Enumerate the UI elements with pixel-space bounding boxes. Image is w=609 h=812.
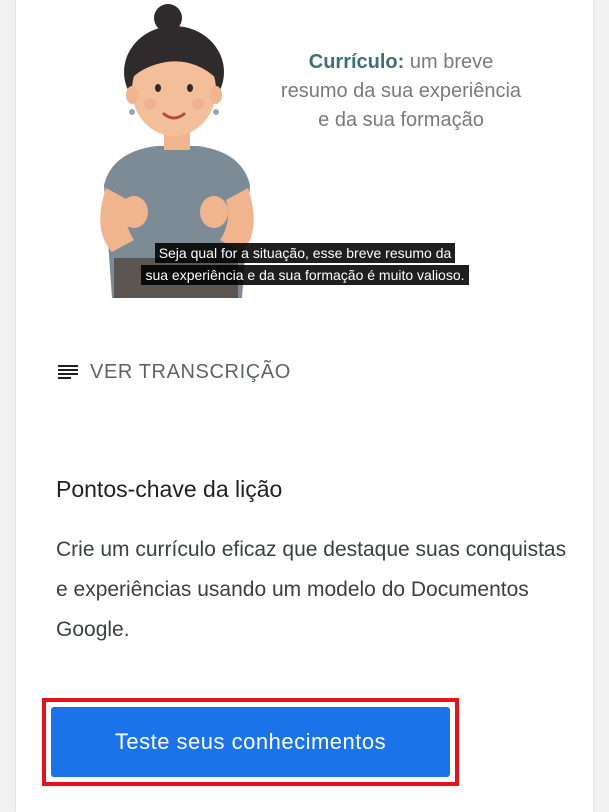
slide-title-rest: um breve	[404, 51, 494, 73]
transcript-lines-icon	[58, 365, 78, 379]
view-transcript-link[interactable]: VER TRANSCRIÇÃO	[56, 356, 291, 388]
test-knowledge-button[interactable]: Teste seus conhecimentos	[51, 707, 450, 777]
slide-line-2: resumo da sua experiência	[280, 80, 522, 102]
slide-text: Currículo: um breve resumo da sua experi…	[256, 48, 546, 135]
video-player[interactable]: Currículo: um breve resumo da sua experi…	[16, 0, 593, 300]
slide-title-bold: Currículo:	[308, 51, 405, 73]
lesson-card: Currículo: um breve resumo da sua experi…	[16, 0, 593, 812]
caption-line-2: sua experiência e da sua formação é muit…	[141, 265, 469, 285]
slide-line-3: e da sua formação	[318, 109, 484, 131]
video-captions: Seja qual for a situação, esse breve res…	[115, 243, 495, 287]
caption-line-1: Seja qual for a situação, esse breve res…	[154, 243, 456, 263]
view-transcript-label: VER TRANSCRIÇÃO	[90, 360, 291, 383]
key-points-title: Pontos-chave da lição	[56, 476, 283, 502]
key-points-body: Crie um currículo eficaz que destaque su…	[56, 538, 567, 641]
